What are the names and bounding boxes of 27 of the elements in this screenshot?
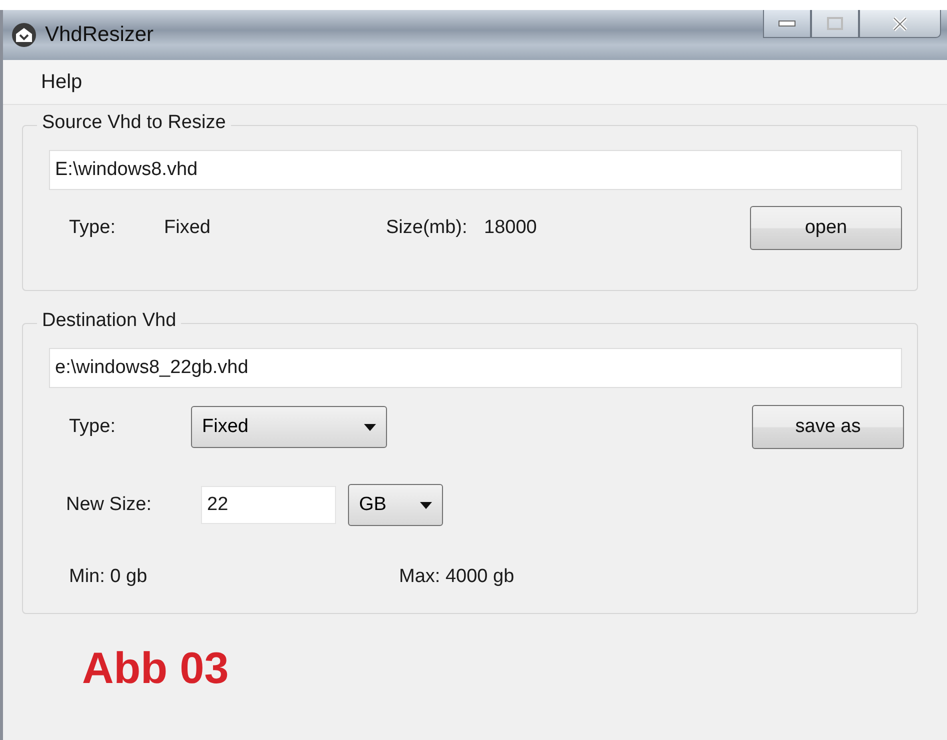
caret-icon	[364, 424, 376, 430]
caret-icon	[420, 502, 432, 508]
size-label: Size(mb):	[386, 217, 468, 239]
type-label: Type:	[69, 416, 116, 438]
size-field[interactable]: 22	[201, 486, 336, 524]
type-value: Fixed	[164, 217, 212, 239]
path-field[interactable]: e:\windows8_22gb.vhd	[49, 348, 902, 388]
window-title: VhdResizer	[45, 23, 154, 47]
open-button[interactable]: open	[750, 206, 902, 250]
close-icon	[891, 16, 909, 32]
size-value: 18000	[484, 217, 538, 239]
max-label: Max: 4000 gb	[399, 566, 514, 588]
menu-item[interactable]: Help	[41, 70, 82, 94]
unit-dropdown[interactable]: GB	[348, 484, 443, 526]
minimize-button[interactable]	[763, 10, 811, 38]
min-label: Min: 0 gb	[69, 566, 148, 588]
minimize-icon	[778, 20, 796, 28]
path-field[interactable]: E:\windows8.vhd	[49, 150, 902, 190]
save-as-button[interactable]: save as	[752, 405, 904, 449]
close-button[interactable]	[859, 10, 941, 38]
maximize-icon	[827, 16, 843, 30]
type-label: Type:	[69, 217, 116, 239]
type-dropdown[interactable]: Fixed	[191, 406, 387, 448]
new-size-label: New Size:	[66, 494, 153, 516]
figure-caption: Abb 03	[82, 644, 230, 694]
maximize-button[interactable]	[811, 10, 859, 38]
app-icon	[11, 22, 37, 48]
